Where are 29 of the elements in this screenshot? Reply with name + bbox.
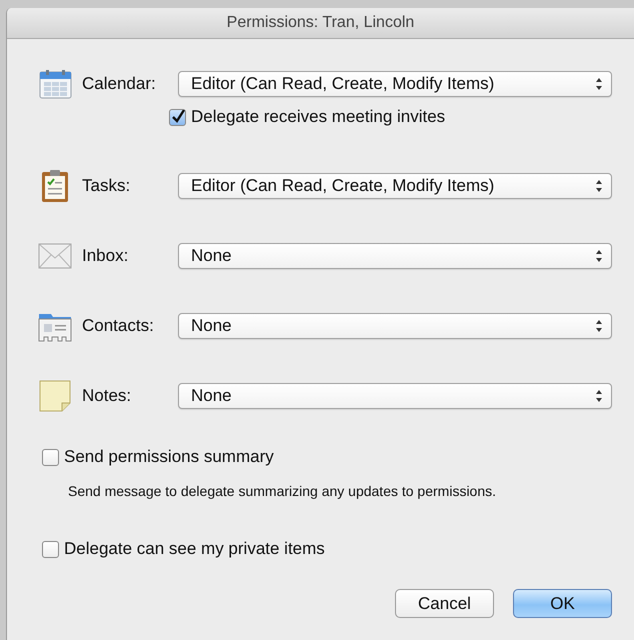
stepper-arrows-icon [595,77,603,91]
checkbox-label: Delegate can see my private items [64,539,325,559]
checkbox[interactable] [42,448,59,466]
checkbox[interactable] [42,540,59,558]
sticky-note-icon [39,380,71,412]
stepper-arrows-icon [595,179,603,193]
checkbox-label: Delegate receives meeting invites [191,107,446,127]
folder-label: Calendar: [81,74,157,94]
checkbox[interactable] [169,108,186,126]
permission-select[interactable]: None [178,383,612,409]
window-title: Permissions: Tran, Lincoln [226,14,414,32]
calendar-icon [38,69,72,99]
folder-label: Contacts: [81,316,155,336]
folder-label: Tasks: [81,176,132,196]
stepper-arrows-icon [595,389,603,403]
clipboard-icon [41,169,69,203]
cancel-button[interactable]: Cancel [395,589,494,618]
ok-button[interactable]: OK [513,589,612,618]
stepper-arrows-icon [595,319,603,333]
checkbox-label: Send permissions summary [64,447,274,467]
folder-label: Notes: [81,386,132,406]
description-text: Send message to delegate summarizing any updates to permissions. [68,483,498,499]
stepper-arrows-icon [595,249,603,263]
envelope-icon [38,243,72,269]
folder-label: Inbox: [81,246,130,266]
permission-select[interactable]: Editor (Can Read, Create, Modify Items) [178,173,612,199]
permission-select[interactable]: None [178,313,612,339]
permission-select[interactable]: None [178,243,612,269]
permission-select[interactable]: Editor (Can Read, Create, Modify Items) [178,71,612,97]
